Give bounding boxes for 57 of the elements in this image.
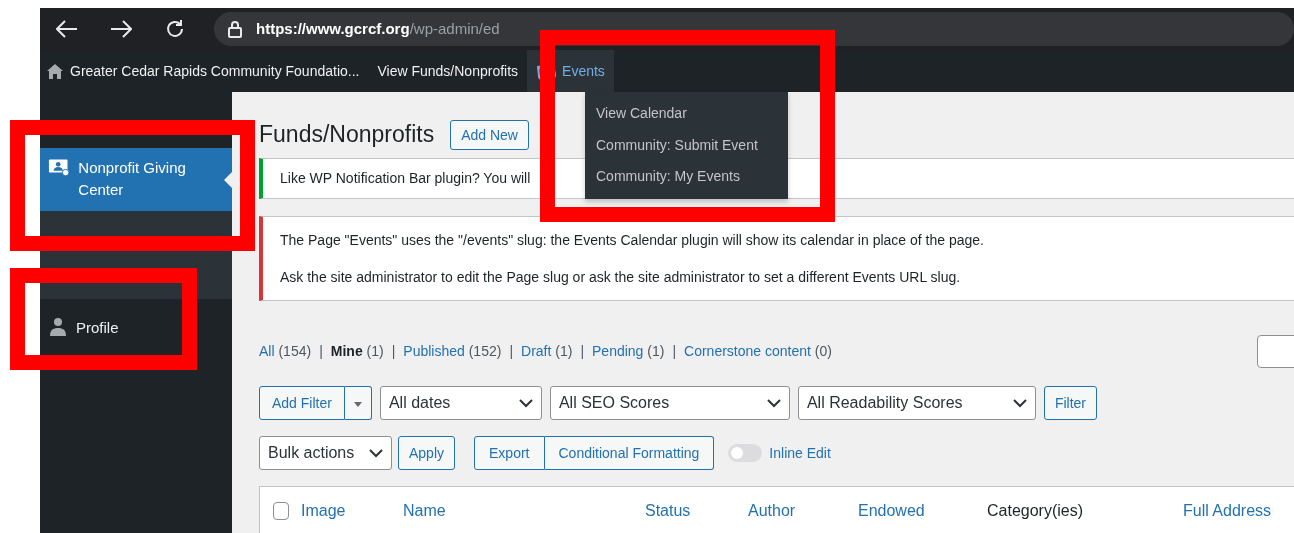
sidebar-item[interactable]: Nonprofit Giving Center: [40, 148, 232, 211]
separator: |: [391, 342, 396, 361]
column-header[interactable]: Image: [299, 499, 403, 523]
back-icon[interactable]: [56, 20, 78, 38]
view-link[interactable]: Published (152): [403, 341, 502, 362]
lock-icon[interactable]: [228, 20, 242, 38]
url-text: https://www.gcrcf.org/wp-admin/ed: [256, 18, 500, 39]
notice-text: The Page "Events" uses the "/events" slug: the Events Calendar plugin will show its calendar in place of the page.: [280, 231, 984, 250]
select-field[interactable]: All SEO Scores: [549, 386, 790, 420]
person-card-icon: [48, 157, 71, 177]
sidebar-item[interactable]: Profile: [40, 309, 232, 347]
select-field[interactable]: All dates: [379, 386, 542, 420]
add-filter-button[interactable]: Add Filter: [259, 386, 345, 420]
filter-button[interactable]: Filter: [1043, 386, 1098, 420]
view-link[interactable]: All (154): [259, 341, 312, 362]
reload-icon[interactable]: [165, 19, 185, 39]
menu-item[interactable]: View Calendar: [585, 98, 788, 130]
column-header: Category(ies): [987, 501, 1085, 521]
notice-text: Like WP Notification Bar plugin? You will: [280, 169, 531, 188]
apply-button[interactable]: Apply: [398, 436, 456, 470]
separator: |: [580, 342, 584, 361]
chevron-down-icon: [518, 398, 533, 408]
separator: |: [509, 342, 514, 361]
checkbox[interactable]: [273, 502, 289, 520]
home-icon: [46, 62, 64, 80]
page-title: Funds/Nonprofits: [259, 121, 435, 149]
export-button[interactable]: Export: [474, 436, 545, 470]
column-header[interactable]: Full Address: [1183, 499, 1294, 523]
separator: |: [672, 342, 677, 361]
view-link[interactable]: Draft (1): [521, 341, 573, 362]
column-header[interactable]: Name: [403, 499, 645, 523]
forward-icon[interactable]: [110, 20, 132, 38]
select-field[interactable]: Bulk actions: [259, 436, 392, 470]
select-field[interactable]: All Readability Scores: [797, 386, 1036, 420]
chevron-down-icon: [369, 448, 383, 458]
column-header[interactable]: Status: [645, 499, 748, 523]
conditional-formatting-button[interactable]: Conditional Formatting: [544, 436, 715, 470]
toggle-switch[interactable]: [728, 444, 763, 462]
column-header[interactable]: Author: [748, 499, 858, 523]
toggle-label: Inline Edit: [769, 443, 831, 463]
caret-icon: [353, 401, 362, 407]
search-field[interactable]: [1257, 335, 1294, 368]
user-icon: [48, 317, 68, 337]
separator: |: [319, 342, 323, 361]
notice-text: Ask the site administrator to edit the Page slug or ask the site administrator to set a different Events URL slug.: [280, 268, 961, 287]
admin-bar-item[interactable]: View Funds/Nonprofits: [368, 50, 528, 92]
dropdown-toggle-button[interactable]: [344, 386, 372, 420]
menu-item[interactable]: Community: Submit Event: [585, 129, 788, 161]
menu-item[interactable]: Community: My Events: [585, 161, 788, 193]
view-link[interactable]: Pending (1): [592, 341, 665, 362]
add-new-button[interactable]: Add New: [450, 120, 529, 150]
view-link[interactable]: Mine (1): [330, 341, 384, 362]
chevron-down-icon: [1012, 398, 1027, 408]
view-link[interactable]: Cornerstone content (0): [684, 341, 832, 362]
admin-bar-item[interactable]: Greater Cedar Rapids Community Foundatio...: [40, 50, 369, 92]
chevron-down-icon: [766, 398, 781, 408]
column-header[interactable]: Endowed: [858, 499, 987, 523]
